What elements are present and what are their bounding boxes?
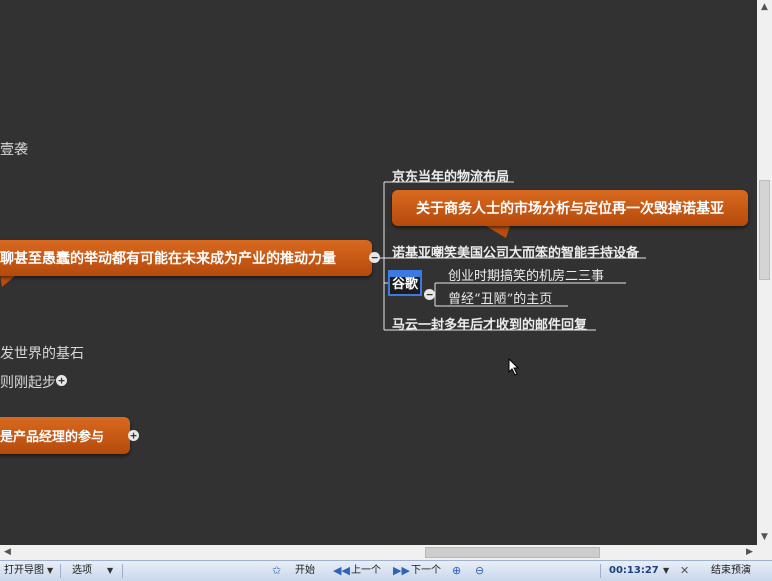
- mouse-cursor-icon: [508, 358, 520, 376]
- main-topic-label: 聊甚至愚蠢的举动都有可能在未来成为产业的推动力量: [0, 251, 336, 267]
- scroll-right-icon[interactable]: ▶: [742, 545, 757, 560]
- horizontal-scroll-thumb[interactable]: [425, 547, 600, 558]
- selection-strip: [390, 272, 420, 277]
- main-topic-bubble[interactable]: 聊甚至愚蠢的举动都有可能在未来成为产业的推动力量: [0, 240, 372, 276]
- previous-icon[interactable]: ◀◀: [333, 561, 350, 581]
- expand-node-icon[interactable]: +: [56, 375, 67, 386]
- scroll-down-icon[interactable]: ▼: [757, 530, 772, 545]
- open-map-dropdown-icon[interactable]: ▼: [47, 561, 53, 581]
- next-button[interactable]: 下一个: [411, 561, 441, 581]
- star-icon[interactable]: ✩: [272, 561, 281, 581]
- left-node-text-2: 发世界的基石: [0, 346, 84, 362]
- left-node-text-3: 则刚起步: [0, 375, 56, 391]
- left-node-text-1: 壹袭: [0, 142, 28, 158]
- node-google-child-1[interactable]: 创业时期搞笑的机房二三事: [448, 265, 604, 284]
- next-icon[interactable]: ▶▶: [393, 561, 410, 581]
- timer-display: 00:13:27: [609, 565, 659, 576]
- expand-bottom-icon[interactable]: +: [128, 430, 139, 441]
- bottom-topic-label: 是产品经理的参与: [0, 430, 105, 445]
- zoom-out-icon[interactable]: ⊖: [475, 561, 484, 581]
- scroll-left-icon[interactable]: ◀: [0, 545, 15, 560]
- collapse-main-icon[interactable]: −: [369, 252, 380, 263]
- options-button[interactable]: 选项: [72, 561, 92, 581]
- scroll-up-icon[interactable]: ▲: [757, 0, 772, 15]
- close-icon[interactable]: ✕: [680, 561, 689, 581]
- previous-button[interactable]: 上一个: [351, 561, 381, 581]
- separator: [600, 564, 601, 578]
- callout-label: 关于商务人士的市场分析与定位再一次毁掉诺基亚: [416, 201, 724, 217]
- separator: [122, 564, 123, 578]
- open-map-button[interactable]: 打开导图: [4, 561, 44, 581]
- node-jack-ma[interactable]: 马云一封多年后才收到的邮件回复: [392, 314, 587, 333]
- collapse-google-icon[interactable]: −: [424, 289, 435, 300]
- node-google-child-2[interactable]: 曾经“丑陋”的主页: [448, 288, 552, 307]
- start-button[interactable]: 开始: [295, 561, 315, 581]
- end-presentation-button[interactable]: 结束预演: [711, 561, 751, 581]
- horizontal-scrollbar[interactable]: ◀ ▶: [0, 545, 772, 560]
- vertical-scroll-thumb[interactable]: [759, 180, 770, 280]
- node-nokia[interactable]: 诺基亚嘲笑美国公司大而笨的智能手持设备: [392, 242, 639, 261]
- mindmap-canvas[interactable]: 壹袭 聊甚至愚蠢的举动都有可能在未来成为产业的推动力量 − 发世界的基石 则刚起…: [0, 0, 757, 545]
- zoom-in-icon[interactable]: ⊕: [452, 561, 461, 581]
- timer-dropdown-icon[interactable]: ▼: [663, 561, 669, 581]
- node-google-selected[interactable]: 谷歌: [388, 270, 422, 296]
- separator: [60, 564, 61, 578]
- vertical-scrollbar[interactable]: ▲ ▼: [757, 0, 772, 545]
- node-jd-logistics[interactable]: 京东当年的物流布局: [392, 166, 509, 185]
- callout-bubble[interactable]: 关于商务人士的市场分析与定位再一次毁掉诺基亚: [392, 190, 748, 226]
- presentation-toolbar: 打开导图 ▼ 选项 ▼ ✩ 开始 ◀◀ 上一个 ▶▶ 下一个 ⊕ ⊖ 00:13…: [0, 560, 772, 581]
- options-dropdown-icon[interactable]: ▼: [107, 561, 113, 581]
- bottom-topic-bubble[interactable]: 是产品经理的参与: [0, 417, 130, 454]
